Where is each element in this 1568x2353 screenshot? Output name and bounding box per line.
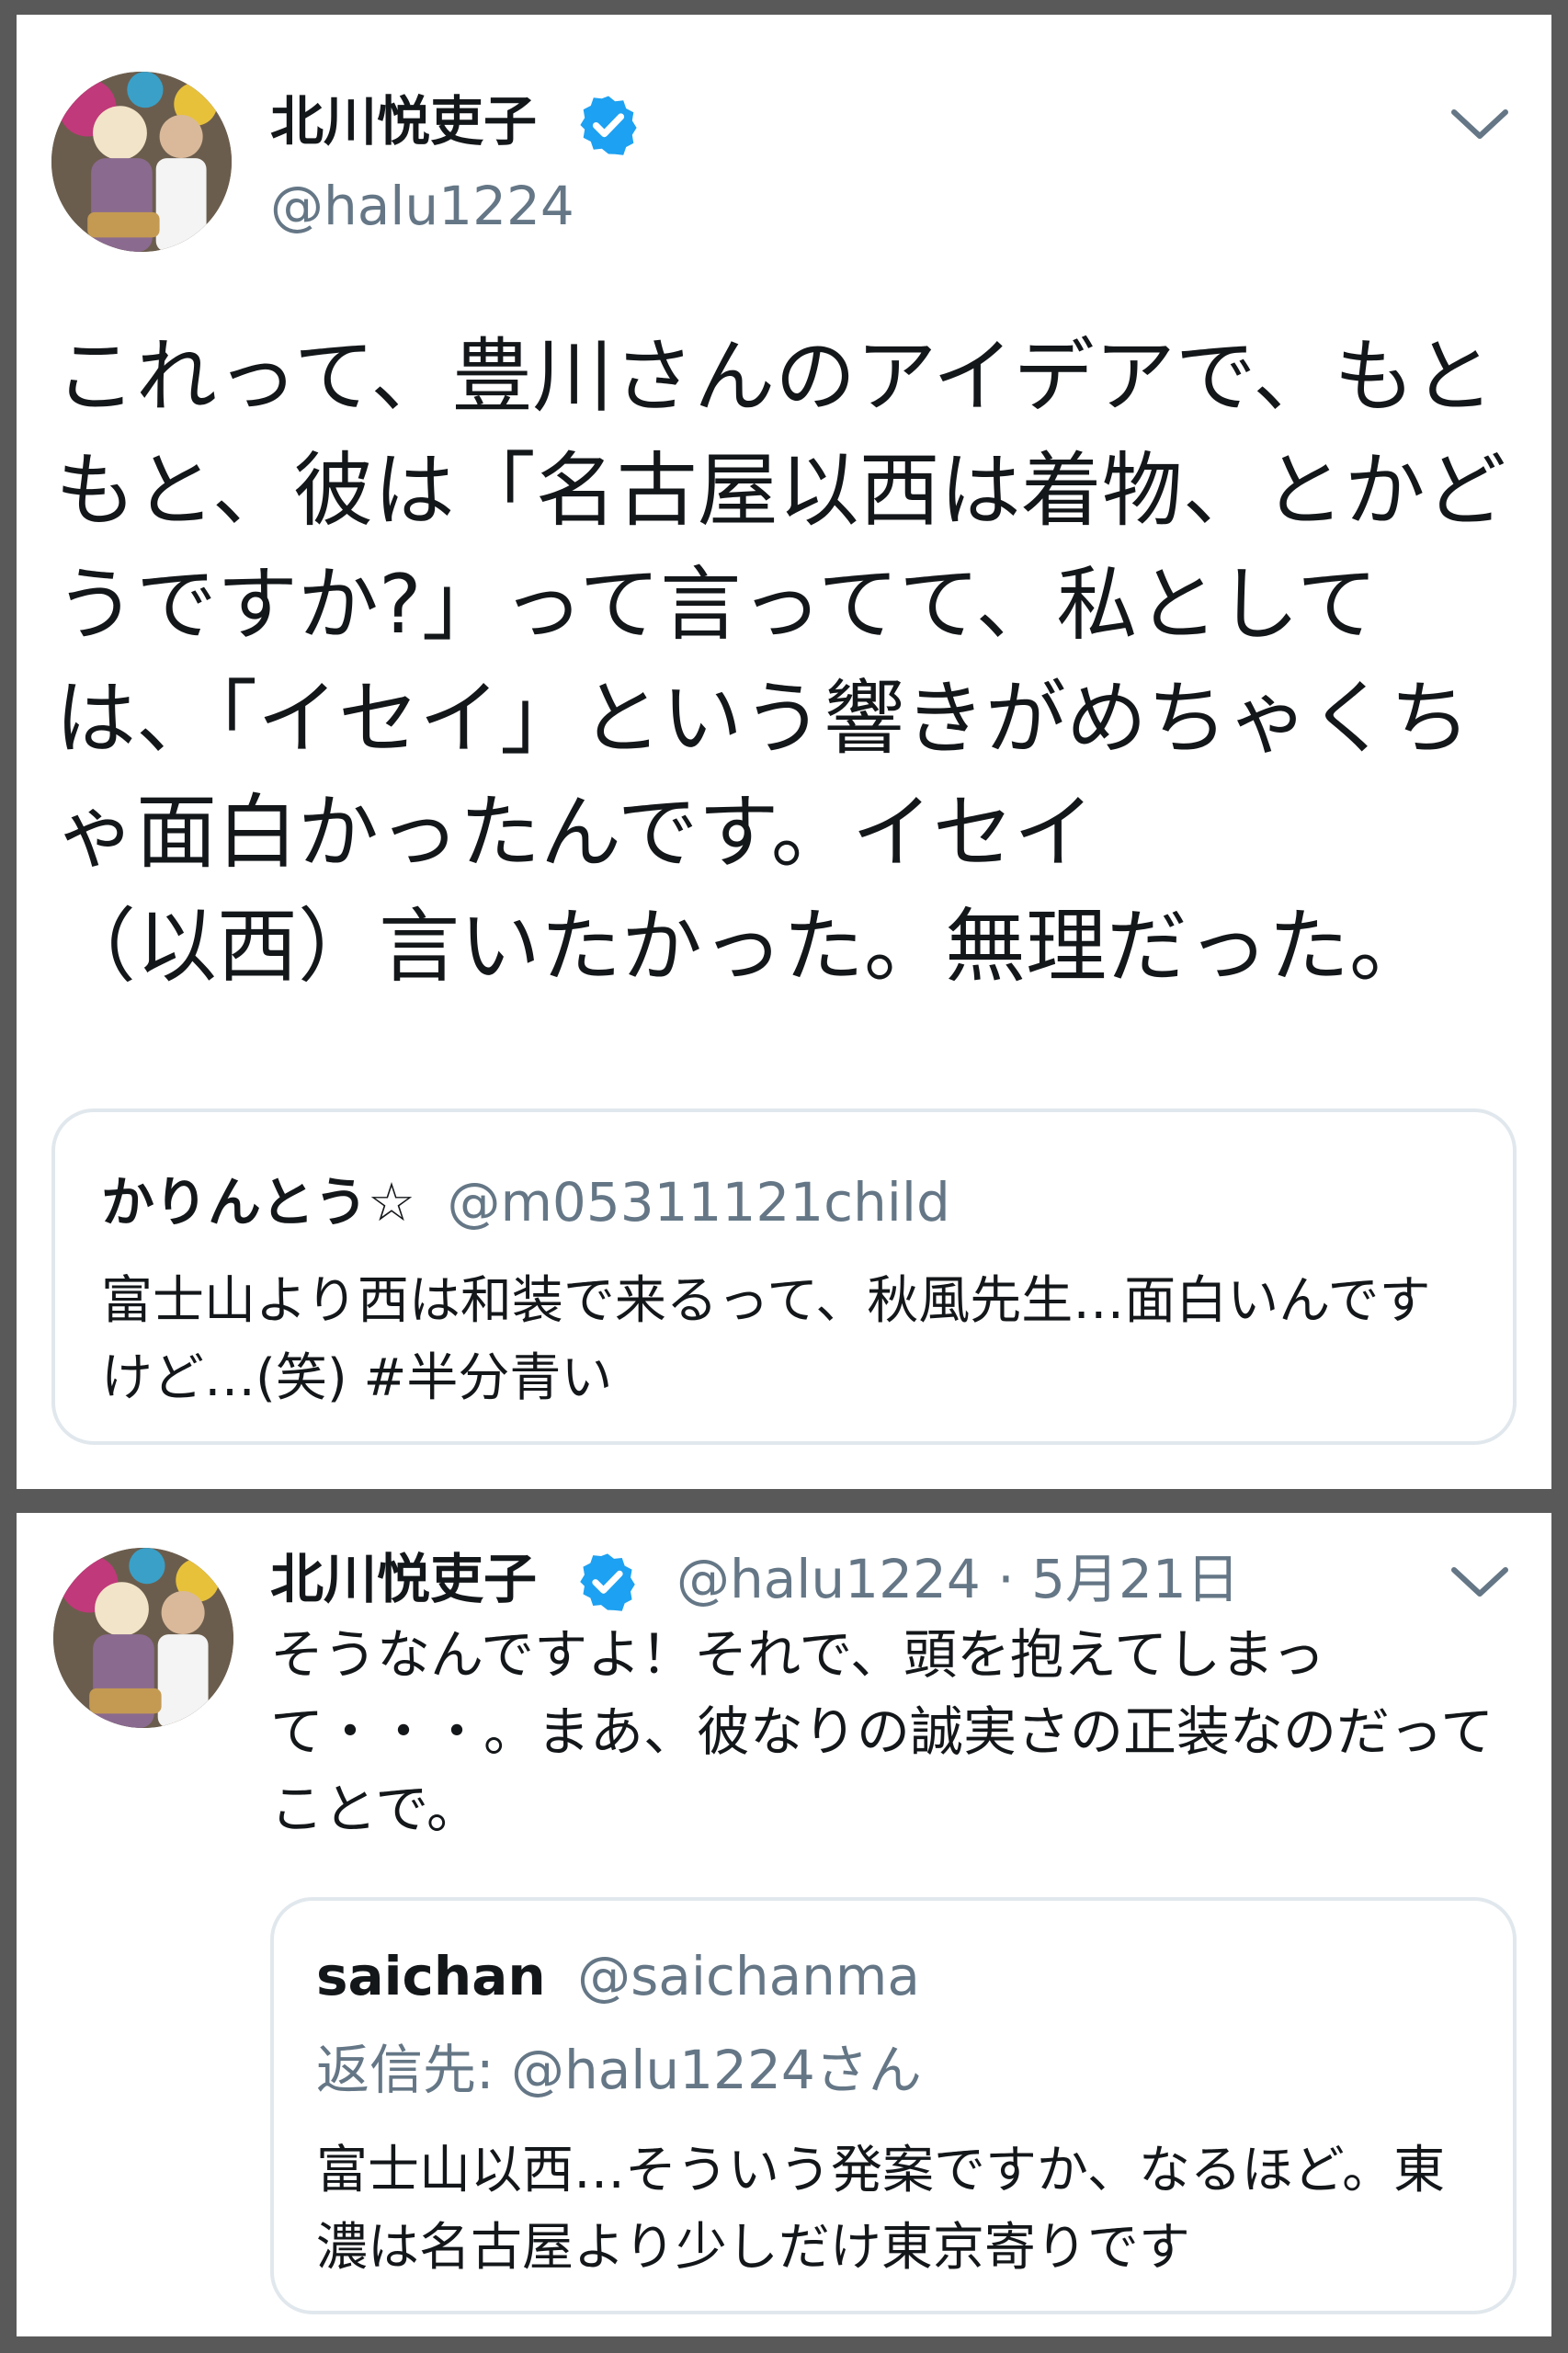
tweet-body: これって、豊川さんのアイデアで、もともと、彼は「名古屋以西は着物、とかどうですか… xyxy=(55,329,1506,994)
chevron-down-icon[interactable] xyxy=(1450,107,1509,143)
verified-badge-icon xyxy=(580,96,637,155)
author-handle[interactable]: @halu1224 xyxy=(270,173,574,239)
avatar-photo xyxy=(51,72,232,252)
quoted-tweet[interactable]: かりんとう☆ @m05311121child 富士山より西は和装で来るって、秋風… xyxy=(51,1108,1517,1445)
quoted-tweet-text: 富士山以西…そういう発案ですか、なるほど。東濃は名古屋より少しだけ東京寄りです xyxy=(316,2141,1446,2278)
quoted-author-name: saichan xyxy=(316,1945,546,2007)
author-name[interactable]: 北川悦吏子 xyxy=(270,1546,537,1612)
quoted-author-handle: @m05311121child xyxy=(447,1171,950,1233)
quoted-tweet-text: 富士山より西は和装で来るって、秋風先生…面白いんですけど…(笑) #半分青い xyxy=(101,1271,1431,1408)
tweet-card-2: 北川悦吏子 @halu1224 · 5月21日 そうなんですよ！それで、頭を抱え… xyxy=(17,1513,1551,2336)
verified-badge-icon xyxy=(580,1553,635,1611)
quoted-author-name: かりんとう☆ xyxy=(101,1171,415,1233)
author-name[interactable]: 北川悦吏子 xyxy=(270,88,537,154)
reply-to-label[interactable]: 返信先: @halu1224さん xyxy=(316,2037,922,2103)
tweet-body: そうなんですよ！それで、頭を抱えてしまって・・・。まあ、彼なりの誠実さの正装なの… xyxy=(270,1623,1494,1840)
tweet-date[interactable]: 5月21日 xyxy=(1031,1548,1240,1610)
chevron-down-icon[interactable] xyxy=(1450,1564,1509,1601)
tweet-card-1: 北川悦吏子 @halu1224 これって、豊川さんのアイデアで、もともと、彼は「… xyxy=(17,15,1551,1489)
quoted-tweet[interactable]: saichan @saichanma 返信先: @halu1224さん 富士山以… xyxy=(270,1897,1517,2314)
quoted-author-handle: @saichanma xyxy=(577,1945,920,2007)
avatar-photo xyxy=(53,1548,233,1728)
meta-separator: · xyxy=(997,1548,1015,1610)
avatar[interactable] xyxy=(53,1548,233,1728)
avatar[interactable] xyxy=(51,72,232,252)
author-handle[interactable]: @halu1224 xyxy=(676,1548,981,1610)
